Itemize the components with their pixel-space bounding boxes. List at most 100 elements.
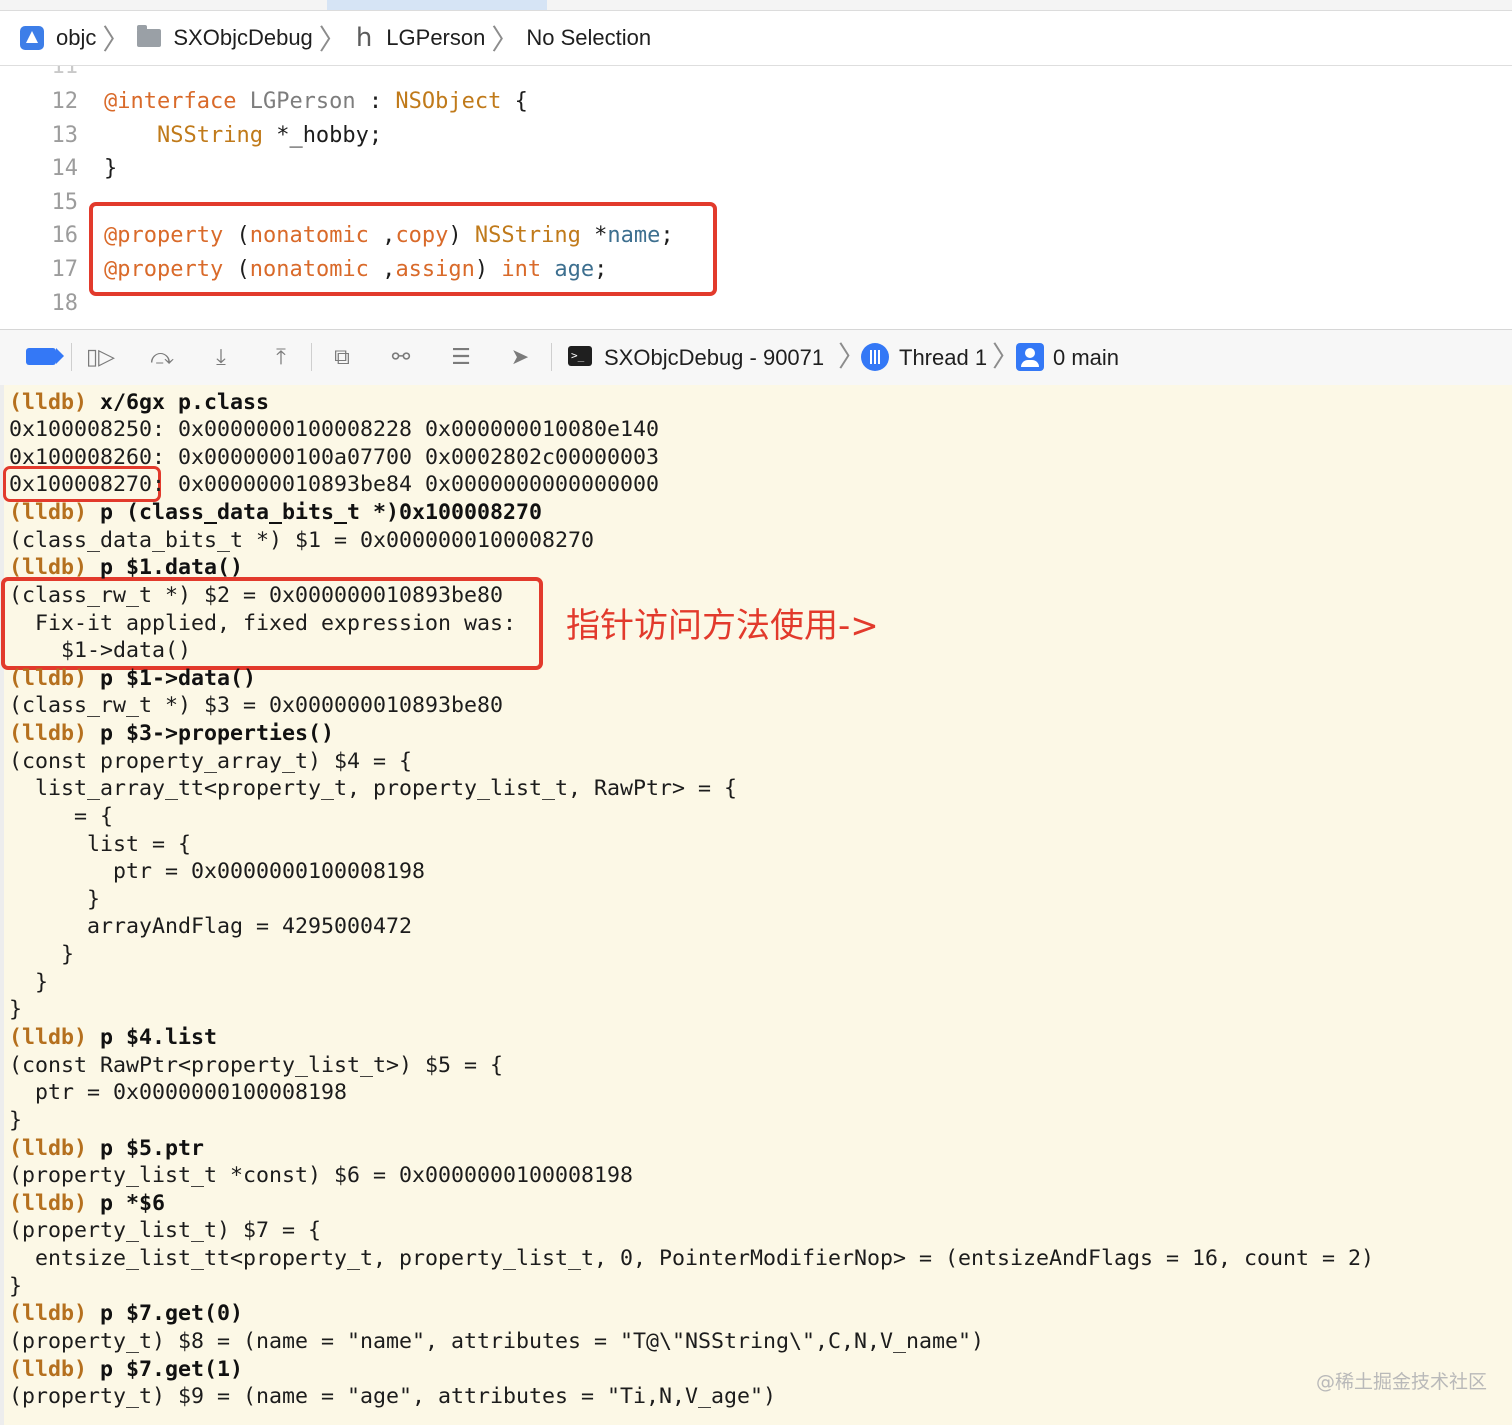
console-output-line: $1->data() (9, 638, 192, 664)
breadcrumb-selection[interactable]: No Selection (526, 25, 651, 51)
console-output-line: } (9, 1273, 23, 1299)
lldb-console[interactable]: 指针访问方法使用-> @稀土掘金技术社区 (lldb) x/6gx p.clas… (0, 385, 1512, 1425)
lldb-command: p *$6 (87, 1190, 166, 1216)
step-out-icon[interactable]: ⤒ (267, 344, 295, 372)
breadcrumb-file-label: LGPerson (386, 25, 486, 50)
watermark: @稀土掘金技术社区 (1316, 1371, 1488, 1393)
code-token: ( (223, 223, 250, 249)
console-command-line: (lldb) p $7.get(1) (9, 1356, 243, 1384)
lldb-prompt: (lldb) (9, 665, 88, 691)
code-line: 17 @property (nonatomic ,assign) int age; (0, 255, 1512, 285)
console-output-line: ptr = 0x0000000100008198 (9, 1080, 348, 1106)
code-token: @property (104, 257, 224, 282)
lldb-prompt: (lldb) (9, 500, 88, 526)
console-output-line: (class_rw_t *) $3 = 0x000000010893be80 (9, 693, 504, 719)
stack-frame-icon (1016, 343, 1044, 371)
chevron-right-icon: 〉 (318, 23, 347, 56)
chevron-right-icon: 〉 (102, 23, 131, 56)
code-line: 14} (0, 154, 1512, 184)
memory-graph-icon[interactable]: ⚯ (387, 344, 415, 372)
code-token: * (580, 223, 608, 249)
console-output-line: 0x100008260: 0x0000000100a07700 0x000280… (9, 444, 660, 470)
tab-strip (0, 0, 1512, 11)
console-output-line: (const property_array_t) $4 = { (9, 748, 413, 774)
console-output-line: 0x100008250: 0x0000000100008228 0x000000… (9, 417, 660, 443)
breakpoint-toggle-icon[interactable] (26, 348, 64, 365)
code-line-partial: 11 (51, 66, 79, 79)
code-text: @interface LGPerson : NSObject { (104, 87, 528, 117)
code-token: name (607, 223, 661, 249)
environment-overrides-icon[interactable]: ☰ (447, 344, 475, 372)
jump-bar: objc 〉 SXObjcDebug 〉 h LGPerson 〉 No Sel… (0, 11, 1512, 66)
breadcrumb-project[interactable]: objc (0, 25, 96, 51)
breadcrumb-project-label: objc (56, 25, 97, 50)
console-output-line: (property_t) $8 = (name = "name", attrib… (9, 1328, 985, 1354)
line-number: 17 (51, 257, 79, 282)
console-command-line: (lldb) p $3->properties() (9, 720, 334, 748)
code-token: NSString (474, 223, 581, 249)
line-number: 18 (51, 290, 79, 316)
console-output-line: arrayAndFlag = 4295000472 (9, 914, 413, 940)
header-file-icon: h (355, 23, 373, 53)
console-output-line: (property_list_t) $7 = { (9, 1218, 322, 1244)
code-token: @interface (104, 89, 237, 114)
breadcrumb-file[interactable]: h LGPerson (354, 23, 486, 53)
lldb-prompt: (lldb) (9, 389, 88, 415)
console-command-line: (lldb) p *$6 (9, 1190, 165, 1218)
console-command-line: (lldb) x/6gx p.class (9, 389, 269, 417)
line-number: 16 (51, 223, 79, 249)
code-text: NSString *_hobby; (104, 121, 382, 151)
line-number: 12 (51, 89, 79, 114)
console-command-line: (lldb) p $1.data() (9, 554, 243, 582)
app-icon (20, 26, 44, 50)
lldb-command: p $4.list (87, 1024, 218, 1050)
lldb-command: p $1.data() (87, 555, 244, 581)
frame-selector[interactable]: 0 main (1053, 344, 1119, 372)
lldb-prompt: (lldb) (9, 1190, 88, 1216)
line-number: 14 (51, 156, 79, 182)
code-token: } (104, 156, 118, 182)
code-token: { (501, 89, 528, 114)
code-token: LGPerson (249, 89, 356, 114)
debug-bar: ▯▷ ⤼ ⤓ ⤒ ⧉ ⚯ ☰ ➤ >_ SXObjcDebug - 90071 … (0, 329, 1512, 386)
active-tab-indicator (327, 0, 547, 10)
thread-selector[interactable]: Thread 1 (899, 344, 987, 372)
code-token: ; (594, 257, 608, 282)
line-number: 13 (51, 122, 79, 148)
lldb-command: p $3->properties() (87, 721, 335, 747)
console-command-line: (lldb) p $7.get(0) (9, 1300, 243, 1328)
code-line: 12 @interface LGPerson : NSObject { (0, 87, 1512, 117)
terminal-icon: >_ (568, 346, 592, 366)
lldb-prompt: (lldb) (9, 1356, 88, 1382)
console-output-line: list_array_tt<property_t, property_list_… (9, 776, 738, 802)
code-token: *_hobby; (262, 122, 383, 148)
source-editor[interactable]: 11 12 @interface LGPerson : NSObject {13 … (0, 66, 1512, 328)
console-output-line: list = { (9, 831, 192, 857)
console-command-line: (lldb) p $4.list (9, 1024, 217, 1052)
code-token: @property (104, 223, 224, 249)
console-output-line: } (9, 886, 101, 912)
code-token: : (355, 89, 396, 114)
code-line: 16 @property (nonatomic ,copy) NSString *… (0, 221, 1512, 251)
simulate-location-icon[interactable]: ➤ (506, 344, 534, 372)
code-token: , (368, 223, 396, 249)
step-over-icon[interactable]: ⤼ (148, 344, 176, 372)
code-token: NSObject (395, 89, 502, 114)
lldb-prompt: (lldb) (9, 1301, 88, 1327)
lldb-prompt: (lldb) (9, 721, 88, 747)
debug-view-hierarchy-icon[interactable]: ⧉ (328, 344, 356, 372)
console-output-line: } (9, 1107, 23, 1133)
breadcrumb-selection-label: No Selection (526, 25, 652, 50)
code-token: age (554, 257, 595, 282)
console-output-line: (const RawPtr<property_list_t>) $5 = { (9, 1052, 504, 1078)
breadcrumb-folder-label: SXObjcDebug (173, 25, 313, 50)
console-output-line: (class_data_bits_t *) $1 = 0x00000001000… (9, 527, 595, 553)
console-output-line: 0x100008270: 0x000000010893be84 0x000000… (9, 472, 660, 498)
process-selector[interactable]: SXObjcDebug - 90071 (604, 344, 824, 372)
step-into-icon[interactable]: ⤓ (207, 344, 235, 372)
code-text: @property (nonatomic ,assign) int age; (104, 255, 607, 285)
console-gutter (0, 385, 4, 1425)
continue-icon[interactable]: ▯▷ (86, 344, 115, 372)
breadcrumb-folder[interactable]: SXObjcDebug (137, 25, 313, 51)
